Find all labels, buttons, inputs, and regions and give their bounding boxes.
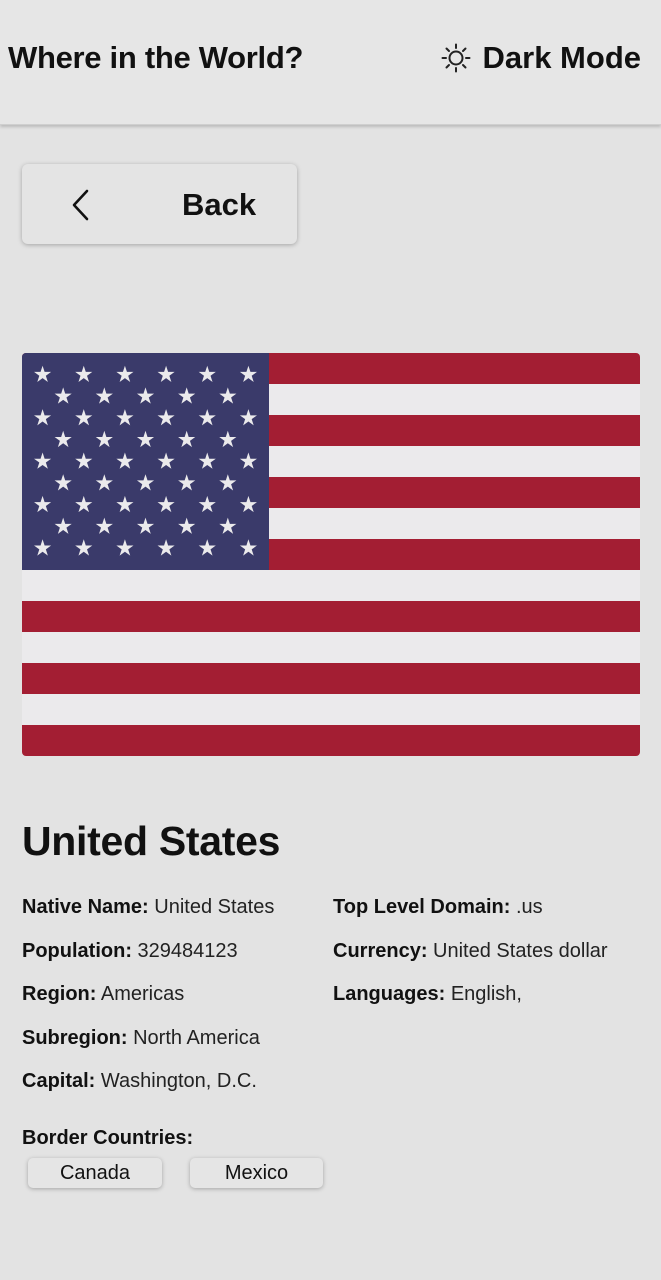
detail-top-level-domain: Top Level Domain: .us: [333, 896, 543, 918]
border-country-canada[interactable]: Canada: [28, 1158, 162, 1188]
dark-mode-label: Dark Mode: [482, 40, 641, 75]
details-left: Native Name: United States Population: 3…: [22, 896, 274, 1114]
detail-capital: Capital: Washington, D.C.: [22, 1070, 257, 1093]
back-button-label: Back: [182, 187, 257, 222]
detail-currency: Currency: United States dollar: [333, 939, 608, 962]
details-right: Top Level Domain: .us Currency: United S…: [333, 896, 608, 1027]
us-flag-image: [22, 353, 640, 756]
dark-mode-toggle[interactable]: Dark Mode: [441, 40, 641, 76]
chevron-left-icon: [70, 188, 92, 227]
app-header: Where in the World? Dark Mode: [0, 0, 661, 125]
country-name: United States: [22, 818, 281, 864]
border-country-mexico[interactable]: Mexico: [190, 1158, 323, 1188]
sun-icon: [441, 43, 471, 73]
detail-languages: Languages: English,: [333, 983, 522, 1006]
back-button[interactable]: Back: [22, 164, 297, 244]
detail-population: Population: 329484123: [22, 939, 238, 962]
detail-region: Region: Americas: [22, 983, 185, 1006]
app-title: Where in the World?: [8, 40, 304, 75]
detail-native-name: Native Name: United States: [22, 896, 275, 918]
border-countries-label: Border Countries:: [22, 1127, 194, 1149]
detail-subregion: Subregion: North America: [22, 1026, 260, 1049]
